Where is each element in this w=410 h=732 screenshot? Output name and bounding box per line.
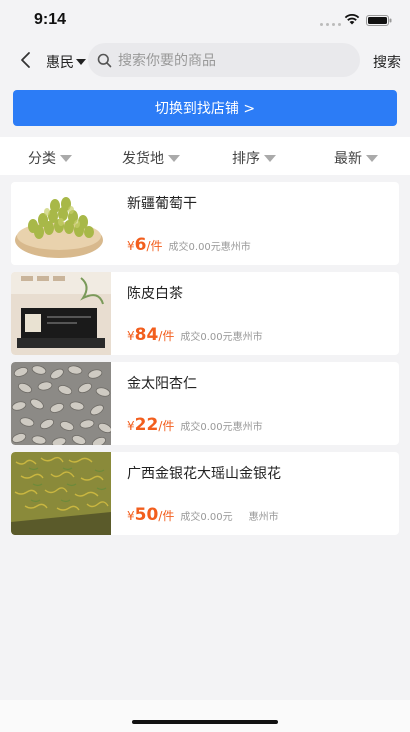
price-unit: /件: [158, 419, 175, 433]
wifi-icon: [344, 14, 360, 25]
price-amount: 84: [134, 325, 159, 345]
home-indicator: [132, 720, 278, 724]
price-unit: /件: [158, 509, 175, 523]
location: 惠州市: [220, 242, 251, 253]
search-button[interactable]: 搜索: [373, 52, 401, 72]
status-bar: 9:14: [0, 0, 410, 42]
product-image-apricot-kernels: [11, 362, 111, 445]
price-unit: /件: [146, 239, 163, 253]
product-name: 广西金银花大瑶山金银花: [127, 466, 281, 482]
sold-amount: 成交0.00元: [168, 242, 221, 253]
search-icon: [97, 53, 112, 67]
price-currency: ¥: [127, 239, 135, 253]
battery-icon: [366, 15, 392, 26]
price-currency: ¥: [127, 509, 135, 523]
sold-amount: 成交0.00元: [180, 332, 233, 343]
filter-label: 排序: [232, 151, 260, 167]
city-selector[interactable]: 惠民: [46, 52, 86, 72]
location: 惠州市: [248, 512, 279, 523]
signal-icon: [320, 20, 342, 26]
product-name: 新疆葡萄干: [127, 196, 197, 212]
product-name: 金太阳杏仁: [127, 376, 197, 392]
product-image-honeysuckle: [11, 452, 111, 535]
product-card[interactable]: 广西金银花大瑶山金银花 ¥ 50 /件 成交0.00元 惠州市: [11, 452, 399, 535]
product-card[interactable]: 金太阳杏仁 ¥ 22 /件 成交0.00元 惠州市: [11, 362, 399, 445]
city-label: 惠民: [46, 55, 74, 71]
filter-newest[interactable]: 最新: [334, 148, 378, 168]
product-card[interactable]: 新疆葡萄干 ¥ 6 /件 成交0.00元 惠州市: [11, 182, 399, 265]
price-currency: ¥: [127, 419, 135, 433]
switch-to-shops-button[interactable]: 切换到找店铺 >: [13, 90, 397, 126]
location: 惠州市: [232, 422, 263, 433]
product-image-tea: [11, 272, 111, 355]
price-line: ¥ 84 /件 成交0.00元 惠州市: [127, 325, 263, 345]
search-input[interactable]: 搜索你要的商品: [88, 43, 360, 77]
price-currency: ¥: [127, 329, 135, 343]
triangle-down-icon: [60, 154, 72, 162]
search-header: 惠民 搜索你要的商品 搜索: [0, 42, 410, 80]
chevron-left-icon[interactable]: [18, 50, 34, 70]
price-unit: /件: [158, 329, 175, 343]
filter-origin[interactable]: 发货地: [122, 148, 180, 168]
price-line: ¥ 6 /件 成交0.00元 惠州市: [127, 235, 251, 255]
price-amount: 22: [134, 415, 159, 435]
triangle-down-icon: [264, 154, 276, 162]
triangle-down-icon: [76, 59, 86, 65]
price-amount: 50: [134, 505, 159, 525]
sold-amount: 成交0.00元: [180, 512, 233, 523]
location: 惠州市: [232, 332, 263, 343]
product-list: 新疆葡萄干 ¥ 6 /件 成交0.00元 惠州市 陈皮白茶 ¥ 84 /件 成交…: [11, 182, 399, 542]
triangle-down-icon: [366, 154, 378, 162]
bottom-safe-area: [0, 700, 410, 732]
filter-category[interactable]: 分类: [28, 148, 72, 168]
filter-sort[interactable]: 排序: [232, 148, 276, 168]
price-amount: 6: [134, 235, 147, 255]
price-line: ¥ 50 /件 成交0.00元 惠州市: [127, 505, 279, 525]
filter-label: 分类: [28, 151, 56, 167]
filter-bar: 分类 发货地 排序 最新: [0, 137, 410, 175]
filter-label: 最新: [334, 151, 362, 167]
product-name: 陈皮白茶: [127, 286, 183, 302]
sold-amount: 成交0.00元: [180, 422, 233, 433]
triangle-down-icon: [168, 154, 180, 162]
price-line: ¥ 22 /件 成交0.00元 惠州市: [127, 415, 263, 435]
product-card[interactable]: 陈皮白茶 ¥ 84 /件 成交0.00元 惠州市: [11, 272, 399, 355]
search-placeholder: 搜索你要的商品: [118, 53, 216, 69]
filter-label: 发货地: [122, 151, 164, 167]
product-image-raisins: [11, 182, 111, 265]
status-time: 9:14: [34, 11, 67, 28]
